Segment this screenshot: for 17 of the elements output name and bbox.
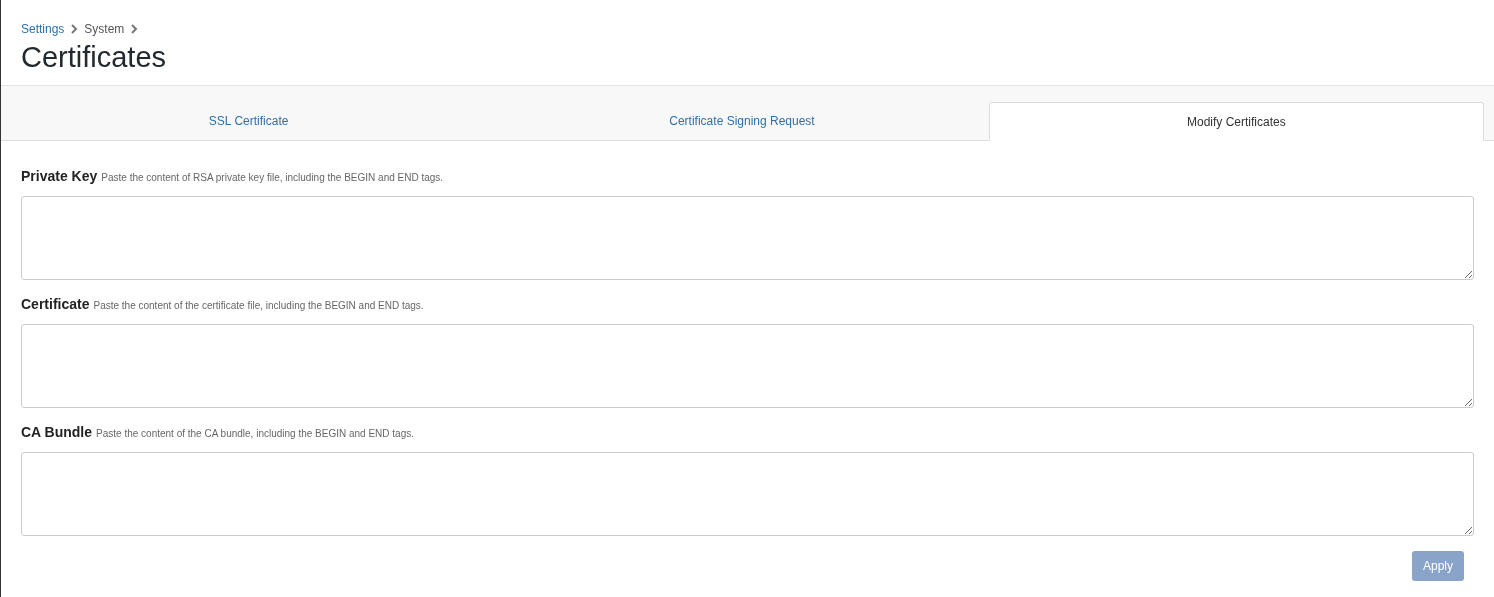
field-hint: Paste the content of the CA bundle, including the BEGIN and END tags. bbox=[96, 427, 415, 441]
tab[interactable]: Certificate Signing Request bbox=[495, 101, 989, 140]
field-hint: Paste the content of RSA private key file, including the BEGIN and END tags. bbox=[101, 171, 444, 185]
page-title: Certificates bbox=[21, 40, 168, 75]
field-label: Private Key bbox=[21, 167, 98, 186]
chevron-right-icon bbox=[130, 24, 139, 34]
breadcrumb-link[interactable]: Settings bbox=[21, 20, 65, 38]
field-hint: Paste the content of the certificate file, including the BEGIN and END tags. bbox=[93, 299, 424, 313]
breadcrumb-current: System bbox=[84, 21, 125, 38]
tab[interactable]: Modify Certificates bbox=[988, 102, 1484, 141]
text-area[interactable] bbox=[21, 452, 1474, 536]
field-label: CA Bundle bbox=[21, 423, 93, 442]
field-label: Certificate bbox=[21, 295, 90, 314]
chevron-right-icon bbox=[70, 24, 79, 34]
text-area[interactable] bbox=[21, 324, 1474, 408]
tab[interactable]: SSL Certificate bbox=[2, 101, 496, 140]
text-area[interactable] bbox=[21, 196, 1474, 280]
